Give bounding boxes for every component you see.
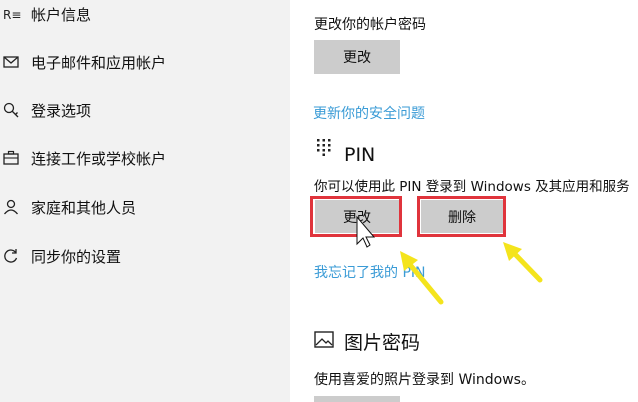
sidebar-item-family[interactable]: 家庭和其他人员 bbox=[0, 187, 290, 227]
remove-pin-button[interactable]: 删除 bbox=[421, 200, 503, 233]
sidebar-item-label: 登录选项 bbox=[31, 101, 92, 120]
picture-icon bbox=[314, 331, 334, 349]
briefcase-icon bbox=[0, 147, 22, 169]
sidebar-item-label: 电子邮件和应用帐户 bbox=[31, 53, 167, 72]
sidebar-item-label: 连接工作或学校帐户 bbox=[31, 149, 167, 168]
sync-icon bbox=[0, 245, 22, 267]
sidebar-item-account-info[interactable]: R≡ 帐户信息 bbox=[0, 0, 290, 34]
picture-password-description: 使用喜爱的照片登录到 Windows。 bbox=[314, 372, 535, 388]
mail-icon bbox=[0, 51, 22, 73]
svg-text:R≡: R≡ bbox=[3, 8, 21, 22]
account-info-icon: R≡ bbox=[0, 3, 22, 25]
update-security-questions-link[interactable]: 更新你的安全问题 bbox=[313, 103, 425, 123]
sidebar-item-work-school[interactable]: 连接工作或学校帐户 bbox=[0, 138, 290, 178]
change-password-button[interactable]: 更改 bbox=[314, 40, 400, 74]
picture-password-title: 图片密码 bbox=[344, 332, 421, 354]
picture-password-add-button[interactable] bbox=[314, 396, 400, 402]
sidebar-item-label: 家庭和其他人员 bbox=[31, 198, 137, 217]
pin-description: 你可以使用此 PIN 登录到 Windows 及其应用和服务 bbox=[314, 179, 630, 195]
sidebar-item-label: 同步你的设置 bbox=[31, 247, 122, 266]
sidebar-item-label: 帐户信息 bbox=[31, 5, 92, 24]
pin-keypad-icon bbox=[316, 138, 332, 156]
forgot-pin-link[interactable]: 我忘记了我的 PIN bbox=[314, 262, 426, 282]
sidebar-item-sync[interactable]: 同步你的设置 bbox=[0, 236, 290, 276]
pin-title: PIN bbox=[344, 144, 376, 166]
sign-in-options-content: 更改你的帐户密码 更改 更新你的安全问题 PIN 你可以使用此 PIN 登录到 … bbox=[290, 0, 638, 402]
change-pin-button[interactable]: 更改 bbox=[315, 200, 399, 233]
key-icon bbox=[0, 99, 22, 121]
person-icon bbox=[0, 196, 22, 218]
sidebar-item-email-accounts[interactable]: 电子邮件和应用帐户 bbox=[0, 42, 290, 82]
sidebar-item-sign-in-options[interactable]: 登录选项 bbox=[0, 90, 290, 130]
settings-sidebar: R≡ 帐户信息 电子邮件和应用帐户 登录选项 连接工作或学校帐户 家庭和其他人员… bbox=[0, 0, 290, 402]
password-heading: 更改你的帐户密码 bbox=[314, 17, 426, 33]
